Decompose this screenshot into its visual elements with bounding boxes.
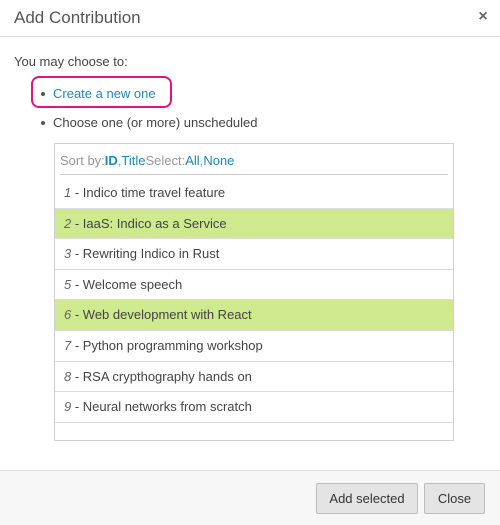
row-separator: - — [71, 307, 83, 323]
contribution-title: Rewriting Indico in Rust — [82, 246, 220, 262]
select-all-link[interactable]: All — [185, 153, 199, 168]
list-item[interactable]: 3 - Rewriting Indico in Rust — [55, 239, 453, 269]
choose-text: Choose one (or more) unscheduled — [53, 115, 258, 130]
add-selected-button[interactable]: Add selected — [316, 483, 418, 514]
dialog-title: Add Contribution — [14, 8, 141, 27]
row-separator: - — [71, 399, 83, 415]
option-create: Create a new one — [41, 86, 156, 101]
contribution-rows: 1 - Indico time travel feature 2 - IaaS: … — [55, 178, 453, 423]
contribution-title: IaaS: Indico as a Service — [82, 215, 227, 231]
bullet-icon — [41, 120, 45, 125]
list-item[interactable]: 1 - Indico time travel feature — [55, 178, 453, 208]
contribution-title: Neural networks from scratch — [82, 399, 252, 415]
close-button[interactable]: Close — [424, 483, 485, 514]
list-item[interactable]: 7 - Python programming workshop — [55, 331, 453, 361]
add-contribution-dialog: Add Contribution × You may choose to: Cr… — [0, 0, 500, 525]
bullet-icon — [41, 91, 45, 96]
sort-label: Sort by: — [60, 153, 105, 168]
dialog-titlebar: Add Contribution × — [0, 0, 500, 37]
row-separator: - — [71, 215, 83, 231]
row-separator: - — [71, 276, 83, 292]
contribution-title: Welcome speech — [82, 276, 183, 292]
contribution-list[interactable]: Sort by:ID,TitleSelect:All,None 1 - Indi… — [54, 143, 454, 441]
select-none-link[interactable]: None — [203, 153, 234, 168]
contribution-title: Indico time travel feature — [82, 185, 226, 200]
list-item[interactable]: 2 - IaaS: Indico as a Service — [55, 208, 453, 239]
row-separator: - — [71, 246, 83, 262]
list-item[interactable]: 5 - Welcome speech — [55, 270, 453, 300]
list-item[interactable]: 6 - Web development with React — [55, 300, 453, 330]
sort-by-id[interactable]: ID — [105, 153, 118, 168]
sort-by-title[interactable]: Title — [121, 153, 145, 168]
sort-bar: Sort by:ID,TitleSelect:All,None — [60, 153, 234, 168]
list-item[interactable]: 9 - Neural networks from scratch — [55, 392, 453, 422]
list-item[interactable]: 8 - RSA crypthography hands on — [55, 362, 453, 392]
contribution-title: Web development with React — [82, 307, 252, 323]
close-icon[interactable]: × — [476, 8, 490, 26]
contribution-title: Python programming workshop — [82, 337, 263, 353]
row-divider — [55, 421, 453, 423]
contribution-title: RSA crypthography hands on — [82, 368, 252, 384]
option-choose: Choose one (or more) unscheduled — [41, 115, 258, 130]
create-new-link[interactable]: Create a new one — [53, 86, 156, 101]
dialog-footer: Add selected Close — [0, 470, 500, 525]
row-separator: - — [71, 185, 83, 200]
sort-divider — [60, 174, 448, 175]
row-separator: - — [71, 368, 83, 384]
row-separator: - — [71, 337, 83, 353]
intro-text: You may choose to: — [14, 54, 128, 69]
select-label: Select: — [145, 153, 186, 168]
